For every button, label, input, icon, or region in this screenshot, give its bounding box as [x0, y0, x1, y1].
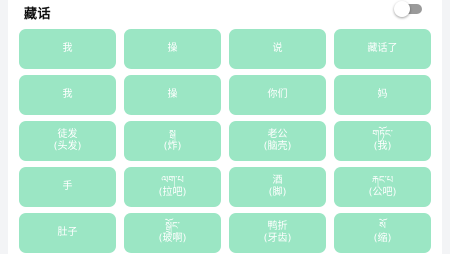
phrase-text: 老公 — [267, 129, 288, 140]
phrase-tile[interactable]: 我 — [19, 75, 116, 115]
phrase-text: རྐང་པ — [371, 175, 394, 186]
phrase-pronunciation: (炸) — [163, 141, 182, 152]
section-header: 藏话 — [24, 3, 52, 22]
phrase-tile[interactable]: སྒ (炸) — [124, 121, 221, 161]
phrase-tile[interactable]: སོ (缩) — [334, 213, 431, 253]
phrase-text: 手 — [62, 181, 73, 192]
phrase-text: 你们 — [267, 89, 288, 100]
phrase-tile[interactable]: 藏话了 — [334, 29, 431, 69]
phrase-tile[interactable]: སྒྲོང་ (玻啊) — [124, 213, 221, 253]
phrase-tile[interactable]: གཏོང་ (我) — [334, 121, 431, 161]
phrase-pronunciation: (牙齿) — [263, 233, 292, 244]
phrase-text: གཏོང་ — [372, 129, 393, 140]
phrase-tile[interactable]: 肚子 — [19, 213, 116, 253]
phrase-tile[interactable]: 妈 — [334, 75, 431, 115]
phrase-tile[interactable]: 老公 (脑壳) — [229, 121, 326, 161]
phrase-text: 鸭折 — [267, 221, 288, 232]
phrase-text: སྒ — [169, 129, 176, 140]
toggle-switch[interactable] — [394, 1, 424, 17]
phrase-text: 肚子 — [57, 227, 78, 238]
phrase-tile[interactable]: 酒 (脚) — [229, 167, 326, 207]
phrase-text: 徒发 — [57, 129, 78, 140]
phrase-tile[interactable]: 徒发 (头发) — [19, 121, 116, 161]
phrase-tile[interactable]: 说 — [229, 29, 326, 69]
phrase-pronunciation: (脑壳) — [263, 141, 292, 152]
phrase-pronunciation: (脚) — [268, 187, 287, 198]
phrase-text: 说 — [272, 43, 283, 54]
phrase-text: སྒྲོང་ — [165, 221, 180, 232]
phrase-tile[interactable]: 操 — [124, 75, 221, 115]
phrase-text: 藏话了 — [367, 43, 398, 54]
phrase-text: 我 — [62, 43, 73, 54]
phrase-pronunciation: (玻啊) — [158, 233, 187, 244]
phrase-text: སོ — [379, 221, 386, 232]
phrase-text: ལག་པ — [161, 175, 184, 186]
phrase-pronunciation: (头发) — [53, 141, 82, 152]
phrase-text: 我 — [62, 89, 73, 100]
phrase-text: 操 — [167, 89, 178, 100]
toggle-knob — [394, 1, 410, 17]
phrase-tile[interactable]: 操 — [124, 29, 221, 69]
phrase-tile[interactable]: ལག་པ (拉吧) — [124, 167, 221, 207]
phrase-text: 操 — [167, 43, 178, 54]
phrase-text: 妈 — [377, 89, 388, 100]
phrase-pronunciation: (拉吧) — [158, 187, 187, 198]
phrase-text: 酒 — [272, 175, 283, 186]
phrase-pronunciation: (缩) — [373, 233, 392, 244]
phrase-pronunciation: (我) — [373, 141, 392, 152]
phrase-tile[interactable]: རྐང་པ (公吧) — [334, 167, 431, 207]
phrase-tile[interactable]: 手 — [19, 167, 116, 207]
phrase-tile[interactable]: 你们 — [229, 75, 326, 115]
phrase-grid: 我 操 说 藏话了 我 操 你们 妈 徒发 (头发) སྒ (炸) 老公 (脑壳… — [19, 29, 431, 253]
phrase-tile[interactable]: 我 — [19, 29, 116, 69]
section-title: 藏话 — [24, 6, 52, 22]
phrase-pronunciation: (公吧) — [368, 187, 397, 198]
phrase-tile[interactable]: 鸭折 (牙齿) — [229, 213, 326, 253]
